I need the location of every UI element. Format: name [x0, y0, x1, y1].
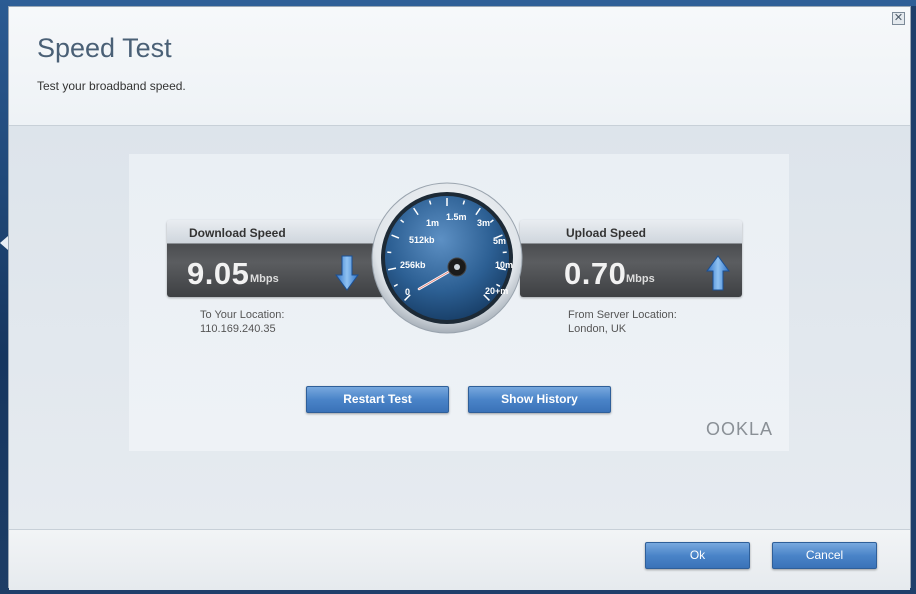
upload-location-value: London, UK: [568, 323, 627, 335]
gauge-tick-label: 1m: [426, 218, 439, 228]
gauge-tick-label: 20+m: [485, 286, 508, 296]
download-location-label: To Your Location:: [200, 309, 285, 321]
close-icon[interactable]: ✕: [892, 12, 905, 25]
upload-speed-bar: Upload Speed 0.70 Mbps: [520, 220, 742, 297]
download-speed-value: 9.05: [187, 256, 250, 291]
gauge-tick-label: 1.5m: [446, 212, 467, 222]
gauge-tick-label: 3m: [477, 218, 490, 228]
show-history-button[interactable]: Show History: [468, 386, 611, 413]
download-location-value: 110.169.240.35: [200, 323, 276, 335]
gauge-tick-label: 10m: [495, 260, 513, 270]
cancel-button[interactable]: Cancel: [772, 542, 877, 569]
speed-gauge: 0 256kb 512kb 1m 1.5m 3m 5m 10m 20+m: [371, 182, 523, 334]
upload-speed-value: 0.70: [564, 256, 627, 291]
download-speed-unit: Mbps: [250, 273, 279, 285]
gauge-tick-label: 0: [405, 287, 410, 297]
arrow-down-icon: [335, 255, 359, 291]
ookla-logo: OOKLA: [706, 419, 774, 439]
gauge-tick-label: 5m: [493, 236, 506, 246]
upload-location-label: From Server Location:: [568, 309, 677, 321]
page-subtitle: Test your broadband speed.: [37, 79, 186, 93]
upload-speed-unit: Mbps: [626, 273, 655, 285]
download-speed-label: Download Speed: [189, 226, 286, 240]
restart-test-button[interactable]: Restart Test: [306, 386, 449, 413]
page-title: Speed Test: [37, 33, 172, 63]
arrow-up-icon: [706, 255, 730, 291]
download-speed-bar: Download Speed 9.05 Mbps: [167, 220, 397, 297]
ok-button[interactable]: Ok: [645, 542, 750, 569]
side-arrow-icon: [0, 236, 8, 250]
dialog-header: Speed Test Test your broadband speed. ✕: [9, 7, 910, 126]
gauge-tick-label: 512kb: [409, 235, 435, 245]
gauge-tick-label: 256kb: [400, 260, 426, 270]
upload-speed-label: Upload Speed: [566, 226, 647, 240]
